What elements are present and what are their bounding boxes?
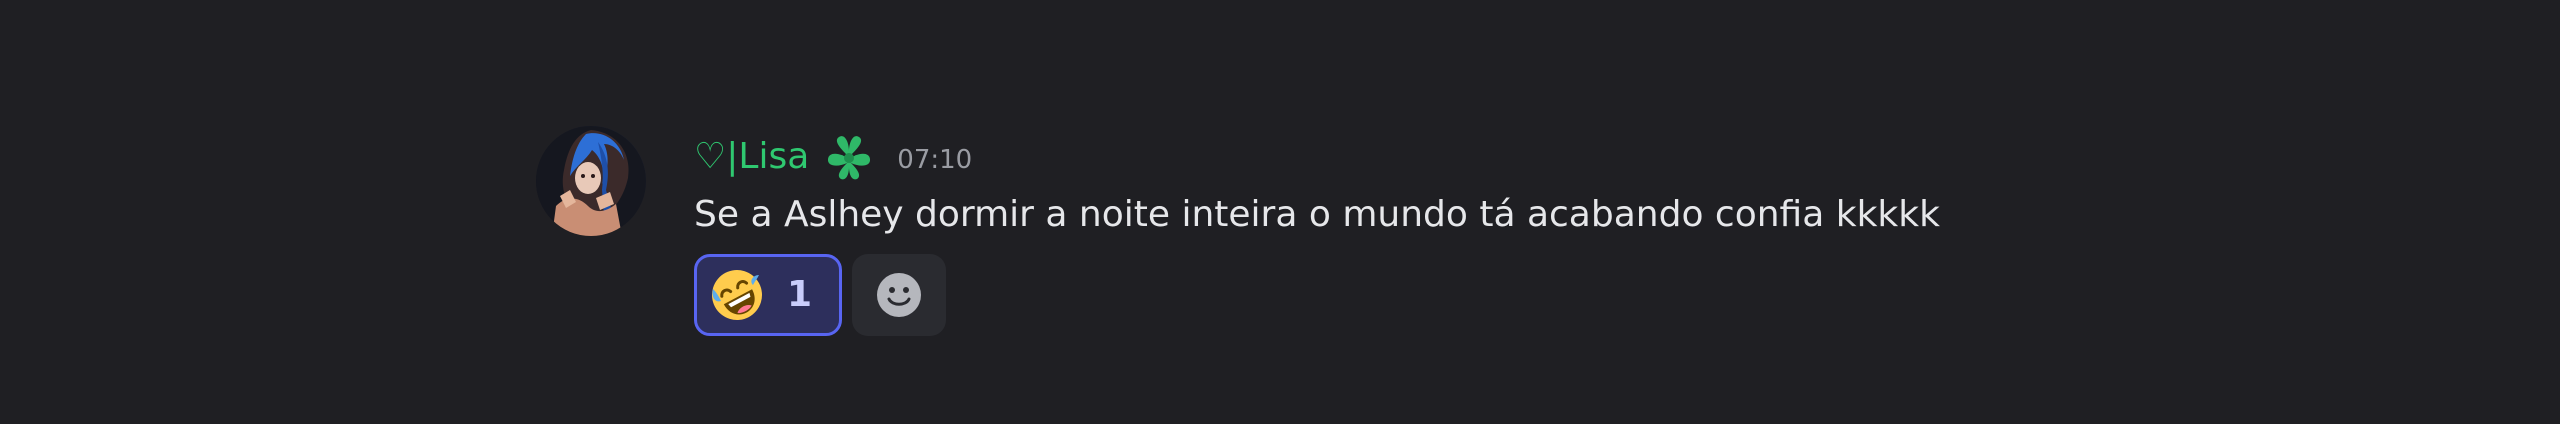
username[interactable]: ♡|Lisa — [694, 130, 809, 184]
message-content: Se a Aslhey dormir a noite inteira o mun… — [694, 194, 1940, 235]
add-reaction-smiley-icon — [877, 273, 921, 317]
add-reaction-button[interactable] — [852, 254, 946, 336]
chat-message: ♡|Lisa 07:10 Se a Aslhey dormir a noite … — [536, 126, 2136, 346]
avatar-image — [536, 126, 646, 236]
reactions-bar: 1 — [694, 254, 946, 336]
timestamp: 07:10 — [897, 145, 973, 175]
reaction-count: 1 — [787, 274, 813, 315]
rolling-on-floor-laughing-emoji — [712, 270, 762, 320]
user-avatar[interactable] — [536, 126, 646, 236]
message-header: ♡|Lisa 07:10 — [694, 130, 972, 184]
reaction-rolling-laughing[interactable]: 1 — [694, 254, 842, 336]
green-flower-icon[interactable] — [823, 131, 875, 183]
